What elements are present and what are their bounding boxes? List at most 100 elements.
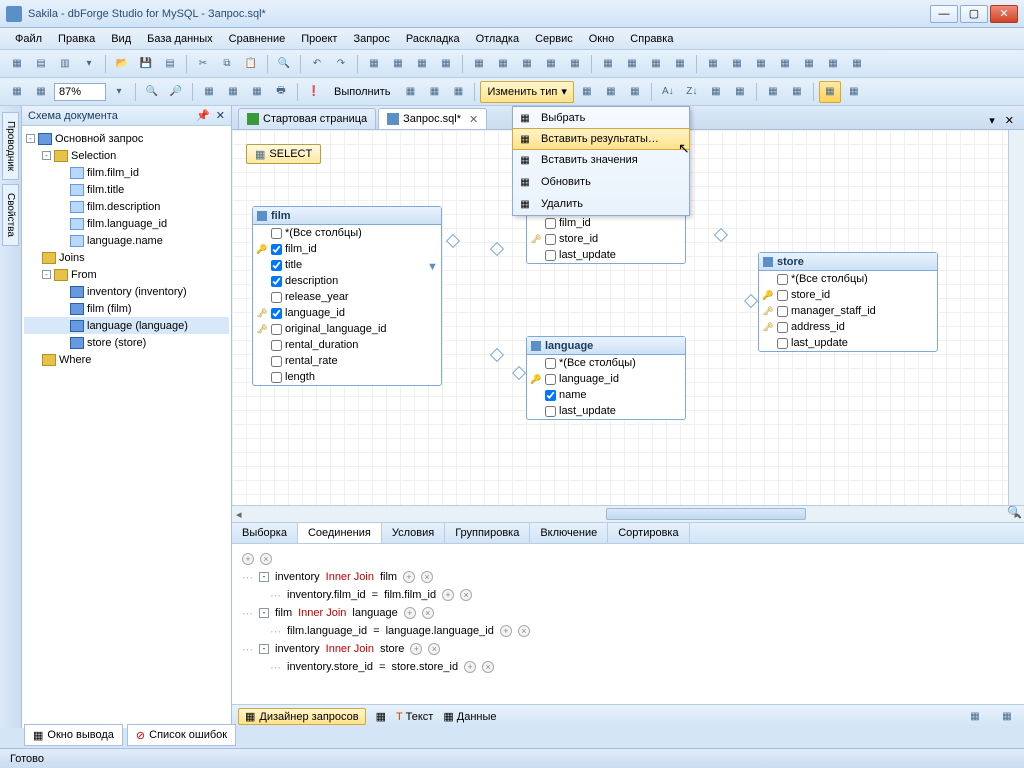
remove-icon[interactable]: × [422,607,434,619]
column-checkbox[interactable] [777,274,788,285]
zoom-in-icon[interactable]: 🔍 [141,81,163,103]
table-column[interactable]: 🗝manager_staff_id [759,303,937,319]
tab-query-sql[interactable]: Запрос.sql* ✕ [378,108,487,129]
execute-button[interactable]: Выполнить [327,81,397,103]
menu-layout[interactable]: Раскладка [399,31,467,47]
close-button[interactable]: ✕ [990,5,1018,23]
grid-view-icon[interactable]: ▦ [819,81,841,103]
table-column[interactable]: title [253,257,441,273]
errors-tab[interactable]: ⊘Список ошибок [127,724,236,746]
table-column[interactable]: 🗝original_language_id [253,321,441,337]
qtab-where[interactable]: Условия [382,523,445,543]
maximize-button[interactable]: ▢ [960,5,988,23]
add-icon[interactable]: + [403,571,415,583]
column-checkbox[interactable] [271,372,282,383]
text-view-button[interactable]: T Текст [396,711,433,723]
minimize-button[interactable]: — [930,5,958,23]
expand-icon[interactable]: - [42,270,51,279]
table-column[interactable]: 🗝language_id [253,305,441,321]
remove-icon[interactable]: × [428,643,440,655]
tabs-menu-icon[interactable]: ▾ [985,112,999,129]
tb-icon[interactable]: ▦ [726,53,748,75]
open-icon[interactable]: 📂 [111,53,133,75]
side-tab-properties[interactable]: Свойства [2,184,19,246]
outline-item[interactable]: film.description [87,201,160,213]
tb-icon[interactable]: ▦ [729,81,751,103]
remove-icon[interactable]: × [518,625,530,637]
tb-icon[interactable]: ▦ [597,53,619,75]
tb-icon[interactable]: ▦ [516,53,538,75]
tb-icon[interactable]: ▦ [762,81,784,103]
tb-icon[interactable]: ▦ [492,53,514,75]
dropdown-item[interactable]: ▦Обновить [513,171,689,193]
column-checkbox[interactable] [545,234,556,245]
menu-window[interactable]: Окно [582,31,622,47]
column-checkbox[interactable] [271,244,282,255]
add-icon[interactable]: + [404,607,416,619]
tb-icon[interactable]: ▦ [30,81,52,103]
scrollbar-thumb[interactable] [606,508,806,520]
menu-tools[interactable]: Сервис [528,31,580,47]
table-column[interactable]: 🔑store_id [759,287,937,303]
table-column[interactable]: 🗝store_id [527,231,685,247]
table-column[interactable]: 🔑language_id [527,371,685,387]
vertical-scrollbar[interactable] [1008,130,1024,505]
join-connector[interactable] [490,348,504,362]
tb-icon[interactable]: ▦ [750,53,772,75]
copy-icon[interactable]: ⧉ [216,53,238,75]
tb-icon[interactable]: ▦ [702,53,724,75]
outline-item[interactable]: language (language) [87,320,188,332]
tb-icon[interactable]: ▦ [6,81,28,103]
tb-icon[interactable]: ▦ [798,53,820,75]
table-store[interactable]: store *(Все столбцы)🔑store_id🗝manager_st… [758,252,938,352]
remove-icon[interactable]: × [460,589,472,601]
add-icon[interactable]: + [464,661,476,673]
tb-icon[interactable]: ▦ [435,53,457,75]
outline-item[interactable]: language.name [87,235,163,247]
column-checkbox[interactable] [545,390,556,401]
join-connector[interactable] [490,242,504,256]
column-checkbox[interactable] [271,292,282,303]
save-icon[interactable]: 💾 [135,53,157,75]
qtab-joins[interactable]: Соединения [298,523,382,543]
column-checkbox[interactable] [545,250,556,261]
table-column[interactable]: release_year [253,289,441,305]
table-column[interactable]: *(Все столбцы) [253,225,441,241]
zoom-input[interactable]: 87% [54,83,106,101]
new-sql-icon[interactable]: ▦ [6,53,28,75]
tb-icon[interactable]: ▦ [600,81,622,103]
tb-icon[interactable]: ▦ [645,53,667,75]
tb-icon[interactable]: ▦ [822,53,844,75]
column-checkbox[interactable] [545,406,556,417]
menu-file[interactable]: Файл [8,31,49,47]
dropdown-item[interactable]: ▦Выбрать [513,107,689,129]
tb-icon[interactable]: ▦ [198,81,220,103]
column-checkbox[interactable] [271,324,282,335]
tb-icon[interactable]: ▦ [669,53,691,75]
join-connector[interactable] [446,234,460,248]
print-icon[interactable]: 🖶 [270,81,292,103]
column-checkbox[interactable] [271,356,282,367]
qtab-select[interactable]: Выборка [232,523,298,543]
remove-icon[interactable]: × [421,571,433,583]
tb-icon[interactable]: ▦ [399,81,421,103]
tb-icon[interactable]: ▦ [843,81,865,103]
pin-icon[interactable]: 📌 [196,109,210,122]
join-connector[interactable] [512,366,526,380]
table-language[interactable]: language *(Все столбцы)🔑language_idnamel… [526,336,686,420]
dropdown-icon[interactable]: ▾ [108,81,130,103]
dropdown-item[interactable]: ▦Удалить [513,193,689,215]
table-column[interactable]: last_update [527,247,685,263]
column-checkbox[interactable] [777,322,788,333]
cut-icon[interactable]: ✂ [192,53,214,75]
outline-item[interactable]: store (store) [87,337,146,349]
column-checkbox[interactable] [777,338,788,349]
tab-close-icon[interactable]: ✕ [469,113,478,126]
outline-item[interactable]: inventory (inventory) [87,286,187,298]
outline-item[interactable]: film (film) [87,303,132,315]
column-checkbox[interactable] [271,228,282,239]
table-column[interactable]: name [527,387,685,403]
table-column[interactable]: *(Все столбцы) [759,271,937,287]
save-all-icon[interactable]: ▤ [159,53,181,75]
join-connector[interactable] [744,294,758,308]
